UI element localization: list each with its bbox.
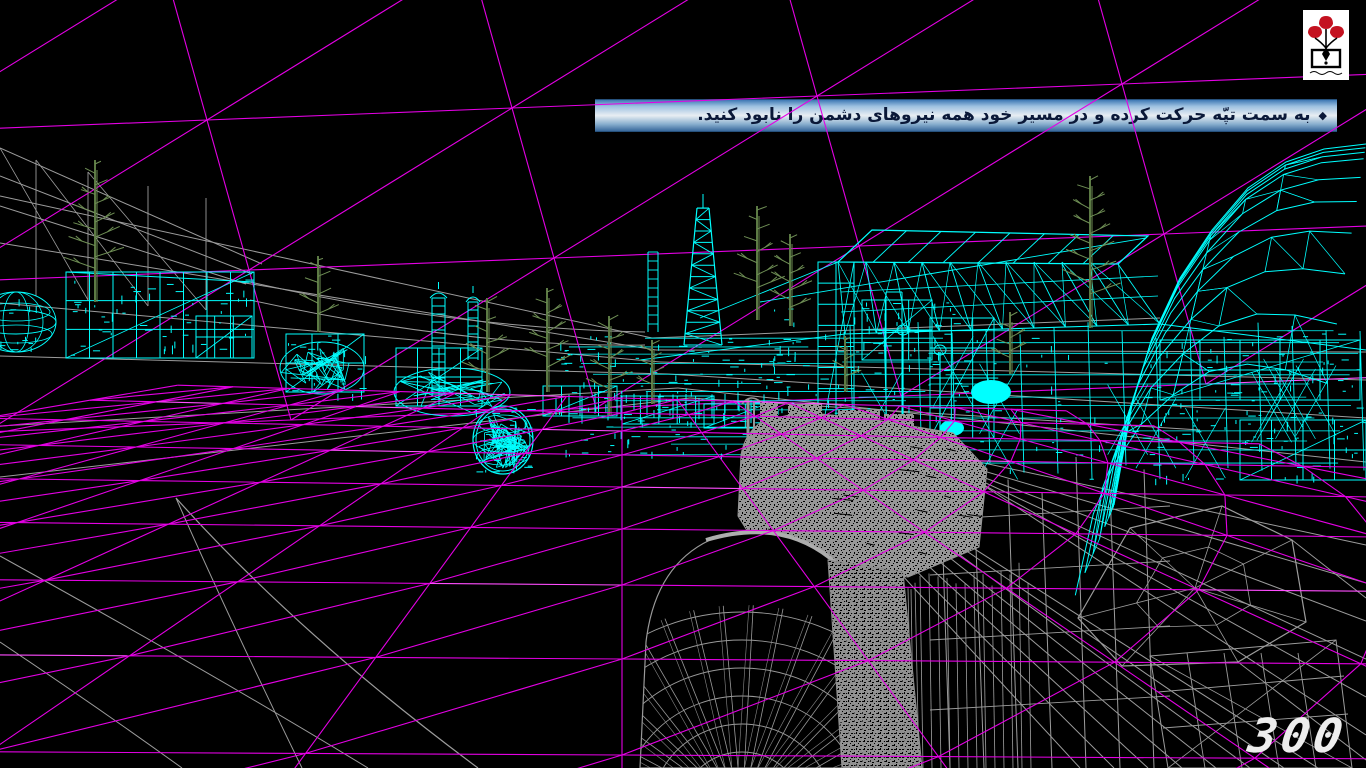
game-viewport[interactable]: [0, 0, 1366, 768]
terrain-mesh-far: [0, 0, 1366, 432]
game-screen: { "hud": { "objective_banner": { "bullet…: [0, 0, 1366, 768]
mountain-ridge: [1074, 143, 1366, 596]
game-stage: ◆به سمت تپّه حرکت کرده و در مسیر خود همه…: [0, 0, 1366, 768]
ammo-counter: 300: [1244, 709, 1351, 764]
city-wireframe: [0, 261, 1365, 483]
lattice-tower: [647, 194, 723, 346]
publisher-logo: [1303, 10, 1349, 80]
